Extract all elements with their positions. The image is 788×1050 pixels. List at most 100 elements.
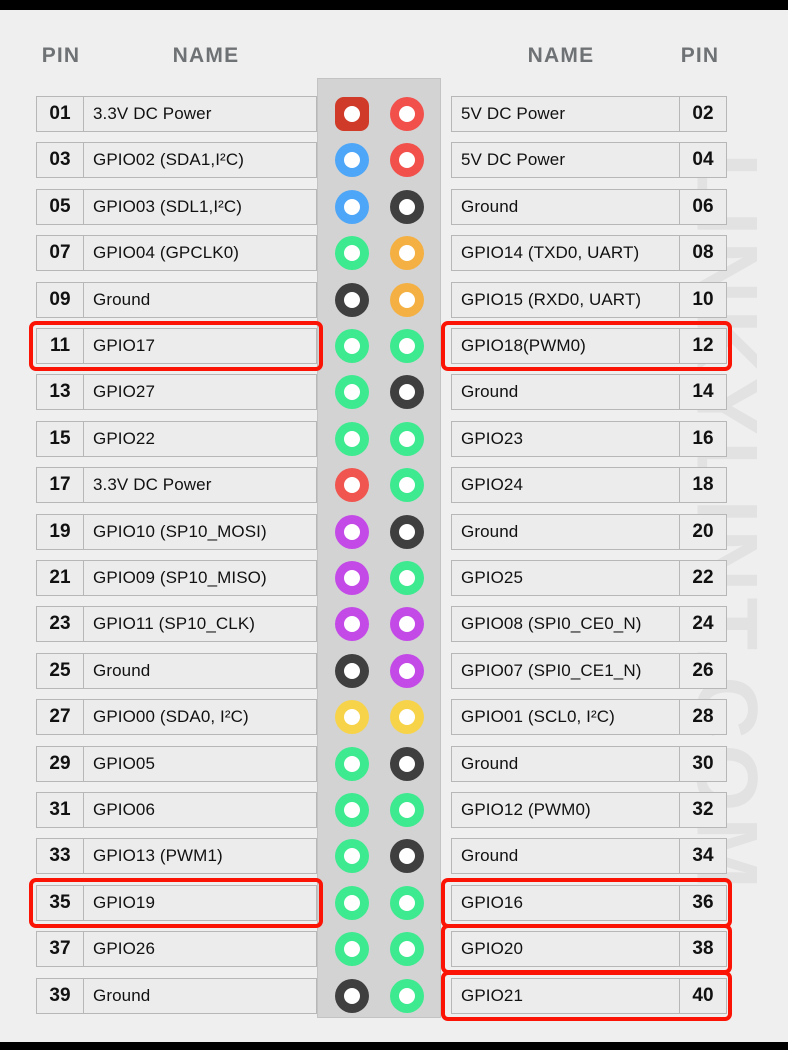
pin-number-right-06[interactable]: 06	[679, 188, 727, 225]
pin-number-left-03[interactable]: 03	[36, 142, 84, 179]
pin-pad-27[interactable]	[335, 700, 369, 735]
pin-number-right-10[interactable]: 10	[679, 281, 727, 318]
pin-name-left-31[interactable]: GPIO06	[83, 792, 317, 828]
pin-number-left-19[interactable]: 19	[36, 513, 84, 550]
pin-pad-05[interactable]	[335, 189, 369, 224]
pin-number-right-20[interactable]: 20	[679, 513, 727, 550]
pin-pad-19[interactable]	[335, 514, 369, 549]
pin-number-left-13[interactable]: 13	[36, 374, 84, 411]
pin-name-right-16[interactable]: GPIO23	[451, 420, 680, 457]
pin-name-right-18[interactable]: GPIO24	[451, 467, 680, 504]
pin-number-right-24[interactable]: 24	[679, 606, 727, 643]
pin-number-left-05[interactable]: 05	[36, 188, 84, 225]
pin-name-right-36[interactable]: GPIO16	[451, 884, 680, 921]
pin-number-left-21[interactable]: 21	[36, 560, 84, 596]
pin-name-left-11[interactable]: GPIO17	[83, 328, 317, 364]
pin-name-left-05[interactable]: GPIO03 (SDL1,I²C)	[83, 188, 317, 225]
pin-name-left-15[interactable]: GPIO22	[83, 420, 317, 457]
pin-number-right-26[interactable]: 26	[679, 652, 727, 689]
pin-pad-32[interactable]	[390, 793, 424, 827]
pin-pad-09[interactable]	[335, 282, 369, 317]
pin-pad-10[interactable]	[390, 282, 424, 317]
pin-number-left-11[interactable]: 11	[36, 328, 84, 364]
pin-name-right-04[interactable]: 5V DC Power	[451, 142, 680, 179]
pin-pad-02[interactable]	[390, 97, 424, 131]
pin-number-left-09[interactable]: 09	[36, 281, 84, 318]
pin-name-left-21[interactable]: GPIO09 (SP10_MISO)	[83, 560, 317, 596]
pin-name-left-37[interactable]: GPIO26	[83, 931, 317, 968]
pin-number-left-01[interactable]: 01	[36, 96, 84, 132]
pin-number-left-15[interactable]: 15	[36, 420, 84, 457]
pin-number-left-25[interactable]: 25	[36, 652, 84, 689]
pin-name-right-32[interactable]: GPIO12 (PWM0)	[451, 792, 680, 828]
pin-number-left-33[interactable]: 33	[36, 838, 84, 875]
pin-pad-01[interactable]	[335, 97, 369, 131]
pin-number-right-28[interactable]: 28	[679, 699, 727, 736]
pin-name-right-08[interactable]: GPIO14 (TXD0, UART)	[451, 235, 680, 272]
pin-name-right-28[interactable]: GPIO01 (SCL0, I²C)	[451, 699, 680, 736]
pin-name-right-06[interactable]: Ground	[451, 188, 680, 225]
pin-name-right-34[interactable]: Ground	[451, 838, 680, 875]
pin-number-right-40[interactable]: 40	[679, 977, 727, 1014]
pin-pad-38[interactable]	[390, 932, 424, 967]
pin-name-left-07[interactable]: GPIO04 (GPCLK0)	[83, 235, 317, 272]
pin-number-right-22[interactable]: 22	[679, 560, 727, 596]
pin-number-right-36[interactable]: 36	[679, 884, 727, 921]
pin-number-left-29[interactable]: 29	[36, 745, 84, 782]
pin-pad-17[interactable]	[335, 468, 369, 503]
pin-name-left-03[interactable]: GPIO02 (SDA1,I²C)	[83, 142, 317, 179]
pin-name-left-13[interactable]: GPIO27	[83, 374, 317, 411]
pin-pad-30[interactable]	[390, 746, 424, 781]
pin-number-left-39[interactable]: 39	[36, 977, 84, 1014]
pin-pad-37[interactable]	[335, 932, 369, 967]
pin-number-right-34[interactable]: 34	[679, 838, 727, 875]
pin-number-left-17[interactable]: 17	[36, 467, 84, 504]
pin-pad-25[interactable]	[335, 653, 369, 688]
pin-name-right-40[interactable]: GPIO21	[451, 977, 680, 1014]
pin-number-right-02[interactable]: 02	[679, 96, 727, 132]
pin-name-right-26[interactable]: GPIO07 (SPI0_CE1_N)	[451, 652, 680, 689]
pin-number-right-30[interactable]: 30	[679, 745, 727, 782]
pin-name-right-12[interactable]: GPIO18(PWM0)	[451, 328, 680, 364]
pin-number-left-31[interactable]: 31	[36, 792, 84, 828]
pin-pad-29[interactable]	[335, 746, 369, 781]
pin-number-left-23[interactable]: 23	[36, 606, 84, 643]
pin-name-left-39[interactable]: Ground	[83, 977, 317, 1014]
pin-name-left-25[interactable]: Ground	[83, 652, 317, 689]
pin-name-right-24[interactable]: GPIO08 (SPI0_CE0_N)	[451, 606, 680, 643]
pin-pad-40[interactable]	[390, 978, 424, 1013]
pin-name-left-27[interactable]: GPIO00 (SDA0, I²C)	[83, 699, 317, 736]
pin-name-left-01[interactable]: 3.3V DC Power	[83, 96, 317, 132]
pin-name-left-17[interactable]: 3.3V DC Power	[83, 467, 317, 504]
pin-pad-36[interactable]	[390, 885, 424, 920]
pin-name-left-33[interactable]: GPIO13 (PWM1)	[83, 838, 317, 875]
pin-name-left-19[interactable]: GPIO10 (SP10_MOSI)	[83, 513, 317, 550]
pin-pad-16[interactable]	[390, 421, 424, 456]
pin-name-left-09[interactable]: Ground	[83, 281, 317, 318]
pin-pad-22[interactable]	[390, 561, 424, 595]
pin-number-right-16[interactable]: 16	[679, 420, 727, 457]
pin-pad-35[interactable]	[335, 885, 369, 920]
pin-name-left-29[interactable]: GPIO05	[83, 745, 317, 782]
pin-name-right-14[interactable]: Ground	[451, 374, 680, 411]
pin-name-right-38[interactable]: GPIO20	[451, 931, 680, 968]
pin-pad-07[interactable]	[335, 236, 369, 271]
pin-pad-15[interactable]	[335, 421, 369, 456]
pin-number-right-38[interactable]: 38	[679, 931, 727, 968]
pin-number-left-07[interactable]: 07	[36, 235, 84, 272]
pin-name-right-02[interactable]: 5V DC Power	[451, 96, 680, 132]
pin-name-right-30[interactable]: Ground	[451, 745, 680, 782]
pin-number-left-27[interactable]: 27	[36, 699, 84, 736]
pin-number-left-35[interactable]: 35	[36, 884, 84, 921]
pin-number-right-18[interactable]: 18	[679, 467, 727, 504]
pin-name-left-35[interactable]: GPIO19	[83, 884, 317, 921]
pin-number-right-12[interactable]: 12	[679, 328, 727, 364]
pin-pad-21[interactable]	[335, 561, 369, 595]
pin-pad-39[interactable]	[335, 978, 369, 1013]
pin-pad-12[interactable]	[390, 329, 424, 363]
pin-pad-28[interactable]	[390, 700, 424, 735]
pin-number-right-04[interactable]: 04	[679, 142, 727, 179]
pin-pad-26[interactable]	[390, 653, 424, 688]
pin-name-right-10[interactable]: GPIO15 (RXD0, UART)	[451, 281, 680, 318]
pin-pad-18[interactable]	[390, 468, 424, 503]
